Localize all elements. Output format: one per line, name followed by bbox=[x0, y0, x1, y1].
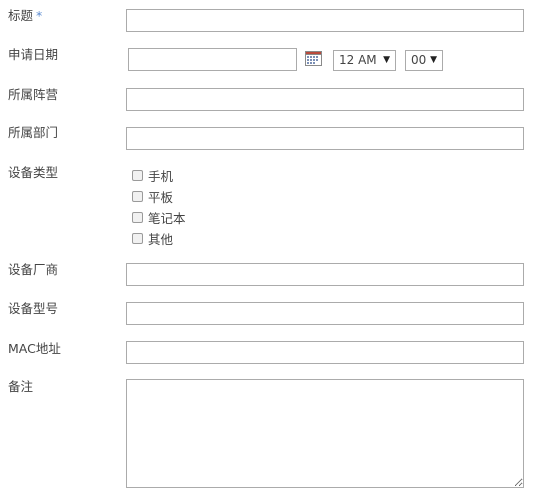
required-mark: * bbox=[36, 8, 43, 23]
camp-label: 所属阵营 bbox=[8, 87, 59, 102]
device-type-label: 设备类型 bbox=[8, 165, 59, 180]
vendor-label: 设备厂商 bbox=[8, 262, 59, 277]
title-label: 标题 * bbox=[8, 8, 42, 24]
checkbox-label: 平板 bbox=[148, 189, 174, 205]
department-input[interactable] bbox=[126, 127, 524, 150]
title-label-text: 标题 bbox=[8, 8, 34, 23]
device-type-option[interactable]: 其他 bbox=[132, 230, 174, 247]
hour-select-value: 12 AM bbox=[339, 53, 377, 67]
remark-textarea[interactable] bbox=[126, 379, 524, 488]
minute-select[interactable]: 00 ▼ bbox=[405, 50, 443, 71]
device-type-option[interactable]: 笔记本 bbox=[132, 209, 186, 226]
chevron-down-icon: ▼ bbox=[383, 55, 390, 65]
apply-date-label: 申请日期 bbox=[8, 47, 59, 62]
department-label: 所属部门 bbox=[8, 125, 59, 140]
vendor-input[interactable] bbox=[126, 263, 524, 286]
device-type-option[interactable]: 手机 bbox=[132, 167, 174, 184]
apply-date-input[interactable] bbox=[128, 48, 297, 71]
remark-label: 备注 bbox=[8, 379, 34, 394]
title-input[interactable] bbox=[126, 9, 524, 32]
checkbox-label: 笔记本 bbox=[148, 210, 186, 226]
model-input[interactable] bbox=[126, 302, 524, 325]
checkbox-label: 其他 bbox=[148, 231, 174, 247]
chevron-down-icon: ▼ bbox=[430, 55, 437, 65]
checkbox[interactable] bbox=[132, 169, 143, 181]
checkbox[interactable] bbox=[132, 232, 143, 244]
camp-input[interactable] bbox=[126, 88, 524, 111]
checkbox-label: 手机 bbox=[148, 168, 174, 184]
minute-select-value: 00 bbox=[411, 53, 427, 67]
hour-select[interactable]: 12 AM ▼ bbox=[333, 50, 396, 71]
device-type-option[interactable]: 平板 bbox=[132, 188, 174, 205]
checkbox[interactable] bbox=[132, 211, 143, 223]
mac-label: MAC地址 bbox=[8, 341, 61, 356]
mac-input[interactable] bbox=[126, 341, 524, 364]
model-label: 设备型号 bbox=[8, 301, 59, 316]
checkbox[interactable] bbox=[132, 190, 143, 202]
calendar-icon[interactable] bbox=[305, 51, 322, 66]
